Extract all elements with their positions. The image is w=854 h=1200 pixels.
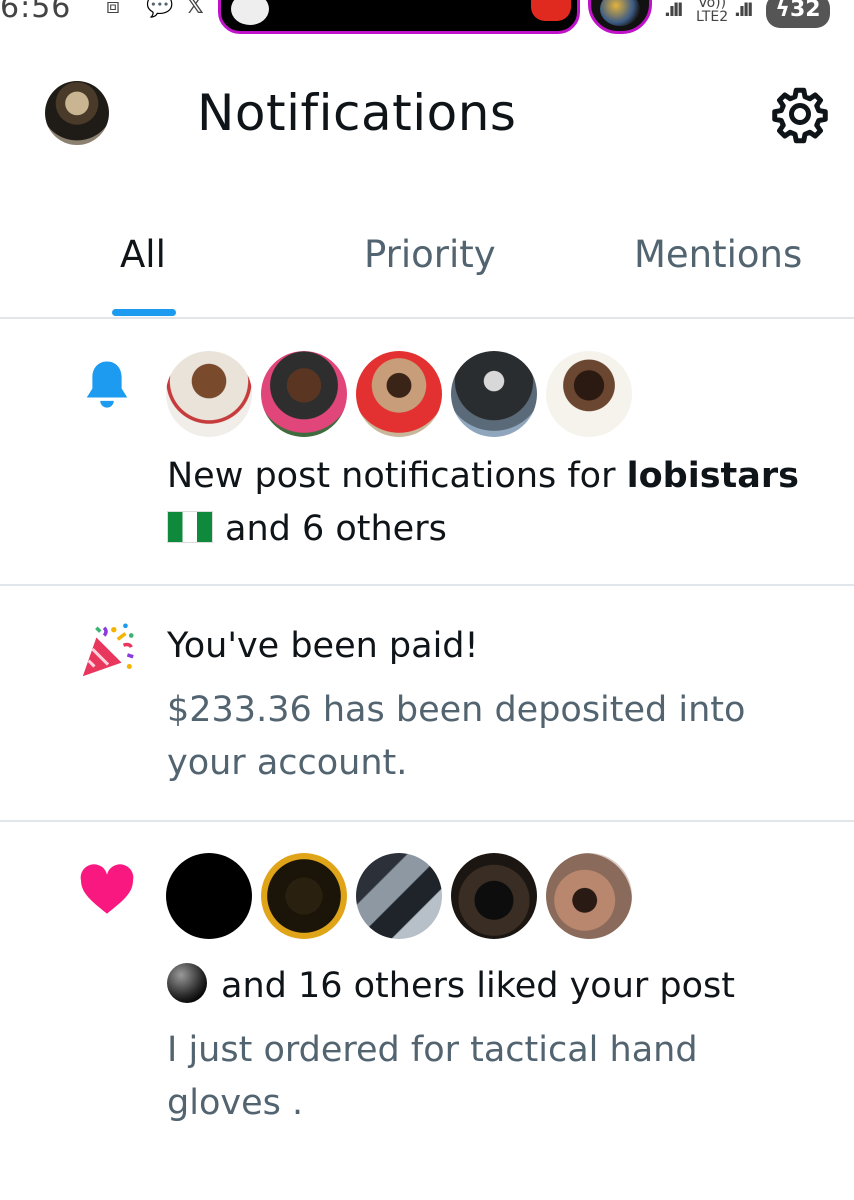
screenshot-icon: ⧈ (106, 0, 120, 19)
page-title: Notifications (197, 84, 517, 142)
party-popper-icon (82, 623, 134, 677)
tab-all[interactable]: All (120, 233, 166, 276)
network-indicator: Vo)) LTE2 (696, 0, 729, 25)
status-bar: 6:56 ⧈ 💬 𝕏 .ıll Vo)) LTE2 .ıll ϟ32 (0, 0, 854, 36)
battery-indicator: ϟ32 (766, 0, 830, 28)
avatar[interactable] (261, 351, 347, 437)
notification-prefix: New post notifications for (167, 456, 627, 496)
tab-priority[interactable]: Priority (364, 233, 496, 276)
avatar[interactable] (166, 853, 252, 939)
heart-icon (80, 864, 134, 914)
signal-icon: .ıll (664, 0, 683, 21)
liked-post-text: I just ordered for tactical hand gloves … (167, 1030, 698, 1123)
media-pill[interactable] (588, 0, 652, 34)
username-link[interactable]: lobistars (627, 456, 799, 496)
payment-title: You've been paid! (167, 626, 479, 666)
x-logo-icon: 𝕏 (186, 0, 204, 19)
avatar[interactable] (356, 351, 442, 437)
screen-recording-pill[interactable] (218, 0, 580, 34)
avatar[interactable] (451, 853, 537, 939)
likes-summary: and 16 others liked your post (221, 966, 735, 1006)
status-time: 6:56 (0, 0, 72, 25)
tab-mentions[interactable]: Mentions (634, 233, 802, 276)
notification-payment[interactable]: You've been paid! $233.36 has been depos… (0, 586, 854, 820)
avatar[interactable] (261, 853, 347, 939)
likes-text: and 16 others liked your post (167, 960, 837, 1013)
avatar[interactable] (546, 351, 632, 437)
signal-icon-2: .ıll (734, 0, 753, 21)
avatar[interactable] (166, 351, 252, 437)
others-count: and 6 others (225, 509, 447, 549)
notification-new-posts[interactable]: New post notifications for lobistars and… (0, 320, 854, 584)
avatar[interactable] (451, 351, 537, 437)
nigeria-flag-icon (167, 511, 213, 543)
payment-detail: $233.36 has been deposited into your acc… (167, 690, 746, 783)
divider (0, 317, 854, 319)
settings-gear-icon[interactable] (770, 84, 830, 144)
charging-icon: ϟ (775, 0, 790, 22)
notification-text: New post notifications for lobistars and… (167, 450, 837, 556)
avatar[interactable] (356, 853, 442, 939)
profile-avatar[interactable] (45, 81, 109, 145)
bell-icon (86, 361, 128, 408)
media-thumbnail (600, 0, 640, 26)
avatar[interactable] (546, 853, 632, 939)
active-tab-indicator (112, 309, 176, 316)
black-circle-icon (167, 963, 207, 1003)
notification-likes[interactable]: and 16 others liked your post I just ord… (0, 822, 854, 1162)
message-icon: 💬 (146, 0, 174, 19)
record-icon (531, 0, 571, 21)
pill-avatar (231, 0, 269, 25)
